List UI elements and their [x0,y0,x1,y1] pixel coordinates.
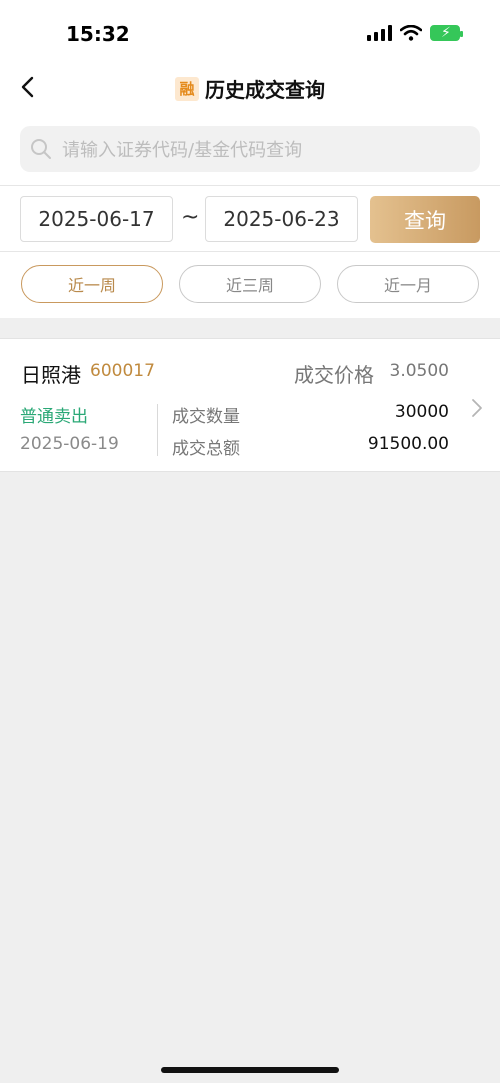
query-button[interactable]: 查询 [370,196,480,243]
divider [0,185,500,186]
search-input[interactable]: 请输入证券代码/基金代码查询 [20,126,480,172]
quantity-label: 成交数量 [172,407,240,427]
search-placeholder: 请输入证券代码/基金代码查询 [62,140,303,161]
amount-label: 成交总额 [172,439,240,459]
range-chip-three-weeks[interactable]: 近三周 [179,265,321,303]
quantity-value: 30000 [394,402,449,422]
nav-title-group: 融 历史成交查询 [0,74,500,103]
trade-type: 普通卖出 [20,407,88,427]
start-date-field[interactable]: 2025-06-17 [20,196,173,242]
date-separator: ~ [181,205,200,230]
stock-code: 600017 [90,361,155,381]
price-value: 3.0500 [389,361,449,381]
range-chip-one-week[interactable]: 近一周 [21,265,163,303]
end-date-field[interactable]: 2025-06-23 [205,196,358,242]
battery-icon: ⚡ [430,25,463,41]
amount-value: 91500.00 [367,434,449,454]
range-chip-one-month[interactable]: 近一月 [337,265,479,303]
status-icons: ⚡ [367,22,463,44]
wifi-icon [400,25,422,41]
margin-badge: 融 [175,76,199,101]
trade-record-card[interactable]: 日照港 600017 成交价格 3.0500 普通卖出 2025-06-19 成… [0,338,500,472]
status-time: 15:32 [66,22,130,46]
home-indicator[interactable] [161,1067,339,1073]
divider [0,251,500,252]
signal-icon [367,25,392,41]
search-icon [31,139,51,159]
chevron-right-icon[interactable] [470,397,484,419]
page-title: 历史成交查询 [205,78,325,102]
price-label: 成交价格 [294,363,374,387]
trade-date: 2025-06-19 [20,434,119,454]
divider-vertical [157,404,158,456]
stock-name: 日照港 [21,363,81,387]
